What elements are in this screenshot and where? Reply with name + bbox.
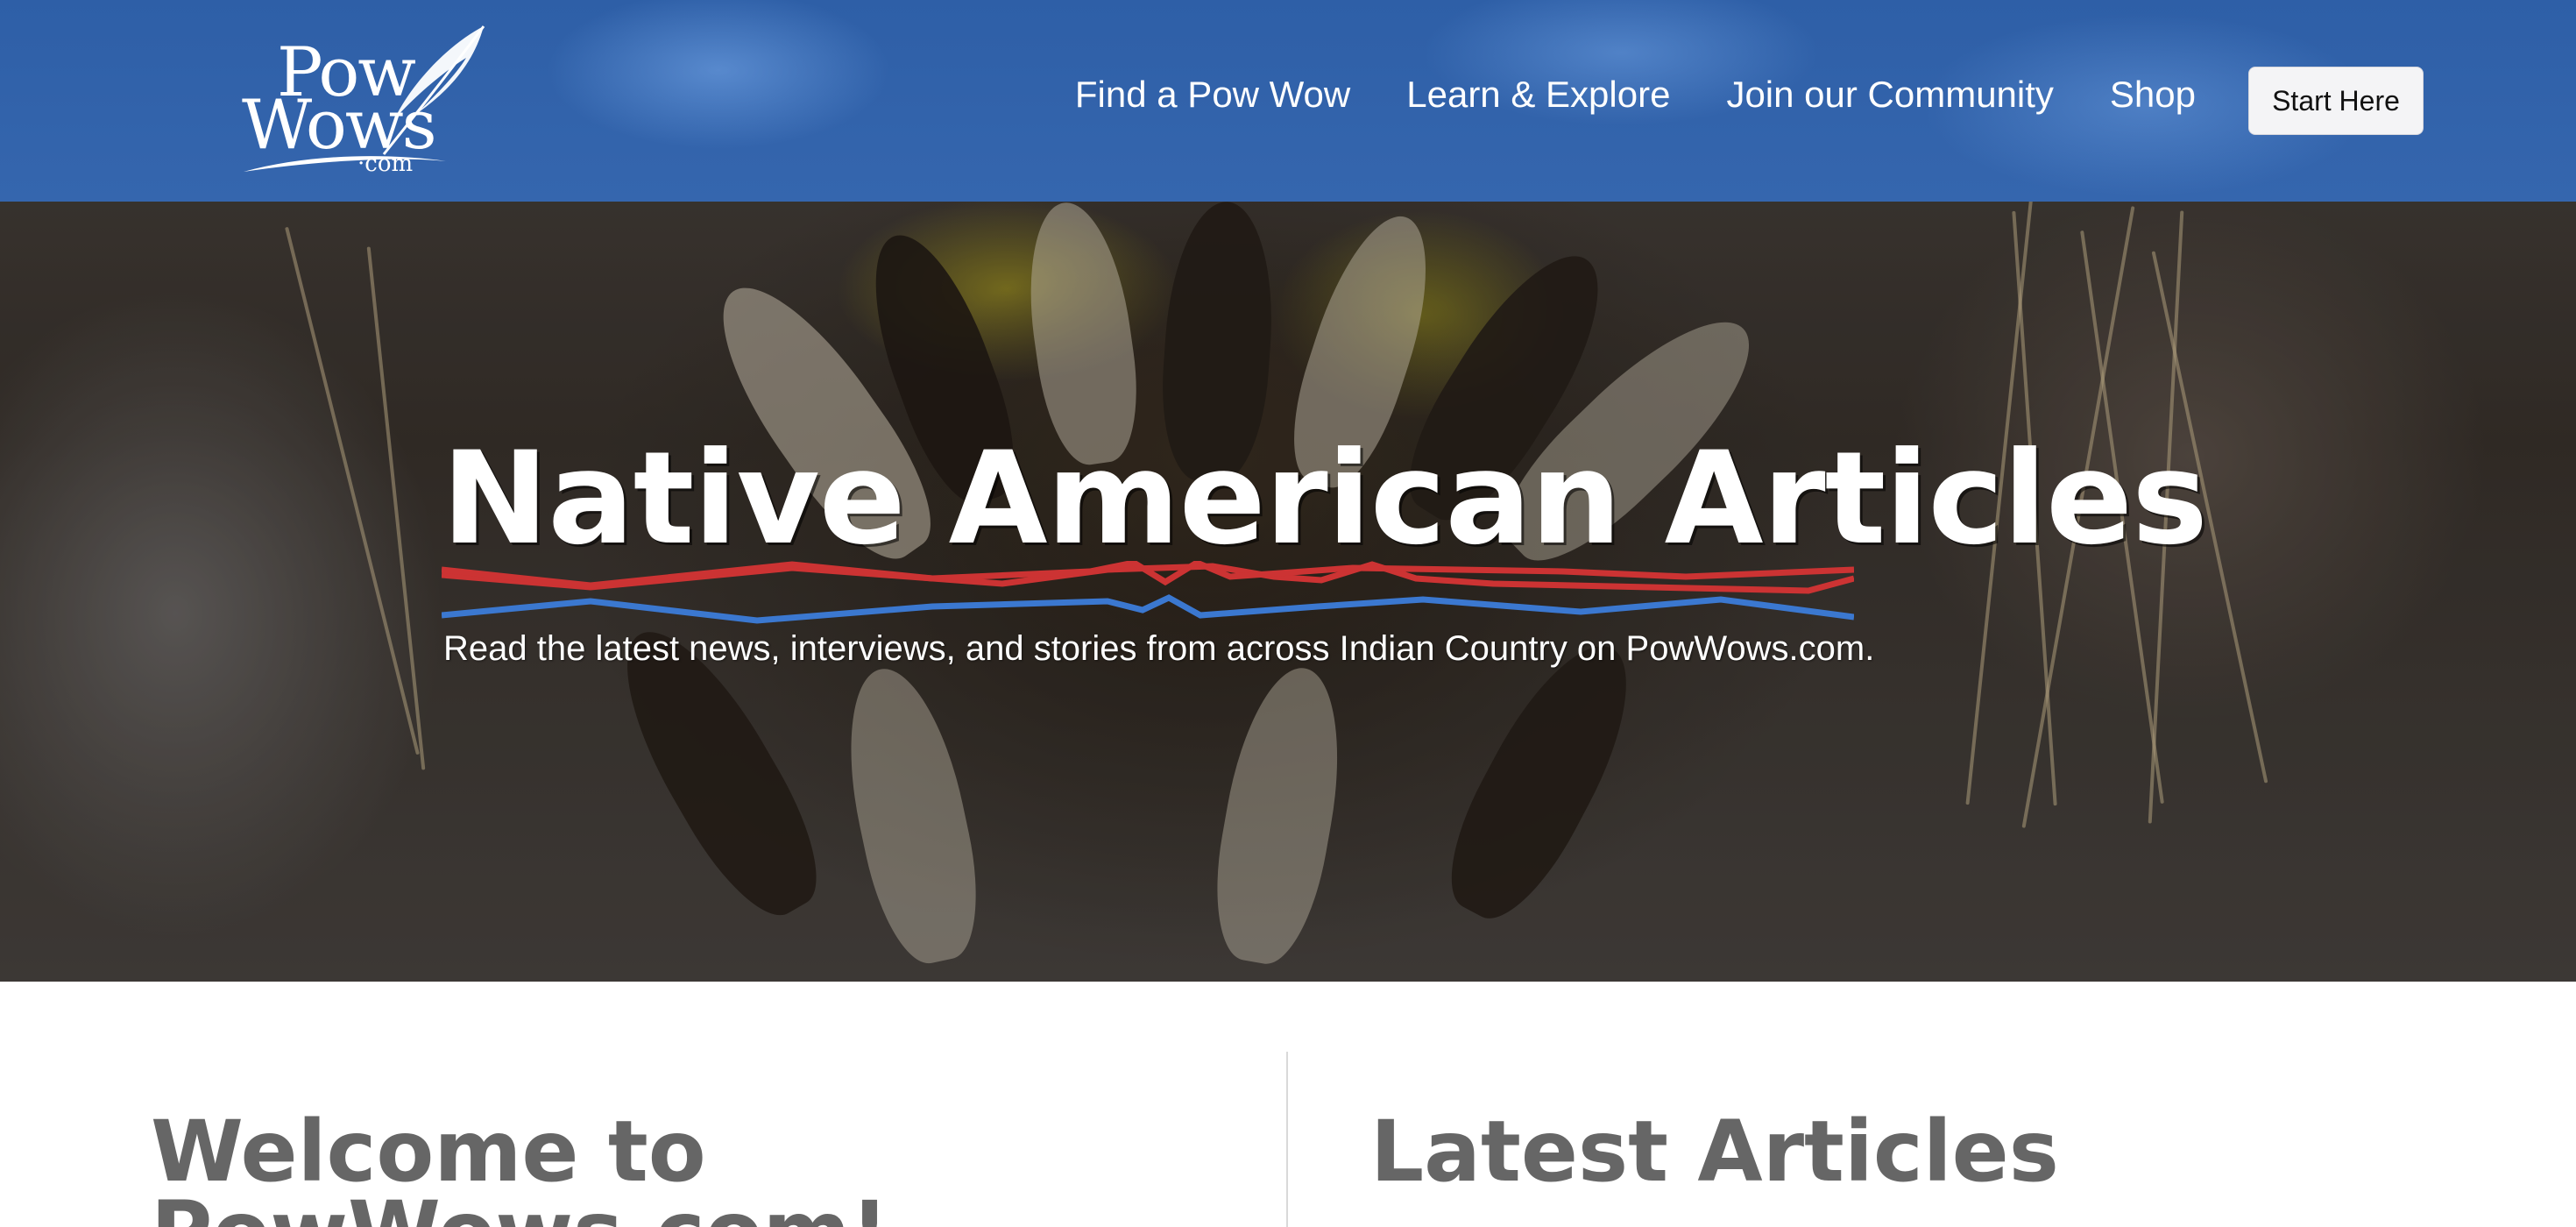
start-here-button[interactable]: Start Here (2248, 67, 2424, 135)
column-divider (1286, 1052, 1288, 1227)
logo-text-com: ·com (357, 151, 414, 177)
nav-find-pow-wow[interactable]: Find a Pow Wow (1075, 74, 1350, 116)
hero-zigzag-divider (442, 561, 1854, 624)
nav-learn-explore[interactable]: Learn & Explore (1406, 74, 1670, 116)
nav-shop[interactable]: Shop (2110, 74, 2196, 116)
logo-text-wows: Wows (242, 86, 437, 165)
site-header: Pow Wows ·com Find a Pow Wow Learn & Exp… (0, 0, 2576, 202)
main-nav: Find a Pow Wow Learn & Explore Join our … (1075, 70, 2196, 119)
hero-subtitle: Read the latest news, interviews, and st… (443, 629, 1875, 668)
site-logo[interactable]: Pow Wows ·com (237, 23, 499, 181)
welcome-heading: Welcome to PowWows.com! (151, 1110, 888, 1227)
nav-join-community[interactable]: Join our Community (1726, 74, 2053, 116)
hero-title: Native American Articles (442, 424, 2208, 573)
welcome-heading-line2: PowWows.com! (151, 1183, 888, 1227)
latest-articles-heading: Latest Articles (1370, 1103, 2059, 1201)
